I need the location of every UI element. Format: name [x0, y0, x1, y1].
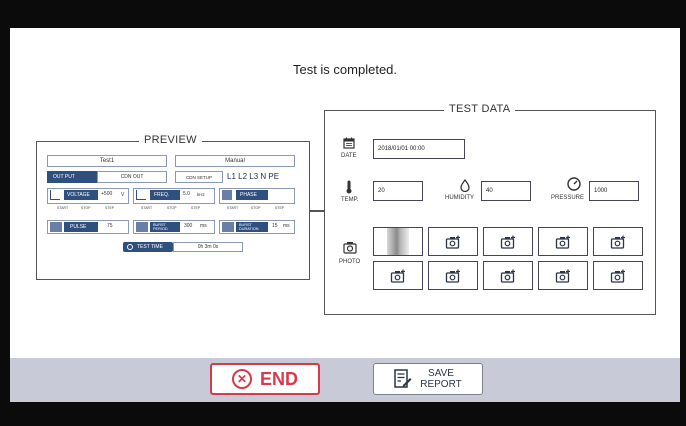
photo-slot-5[interactable]	[593, 227, 643, 256]
freq-graph-icon	[136, 190, 146, 200]
droplet-icon	[460, 179, 470, 192]
date-label: DATE	[341, 153, 357, 159]
status-message: Test is completed.	[292, 62, 398, 77]
burst-duration-value: 15	[272, 223, 278, 229]
pulse-value: 75	[107, 223, 113, 229]
output-label: OUT PUT	[47, 171, 97, 183]
burst-period-label: BURST PERIOD	[150, 222, 180, 232]
clock-icon	[127, 244, 133, 250]
preview-panel: PREVIEW Test1 Manual OUT PUT CDN OUT CDN…	[36, 134, 310, 280]
photo-slot-2[interactable]	[428, 227, 478, 256]
report-edit-icon	[394, 369, 412, 388]
photo-slot-9[interactable]	[538, 261, 588, 290]
humidity-label: HUMIDITY	[445, 195, 474, 201]
burst-period-unit: ms	[200, 223, 207, 229]
freq-stop: STOP	[167, 206, 177, 210]
save-report-button[interactable]: SAVE REPORT	[373, 363, 483, 395]
footer-bar: ✕ END SAVE REPORT	[10, 358, 680, 402]
thermometer-icon	[346, 180, 352, 194]
camera-add-icon	[555, 269, 570, 283]
photo-slot-6[interactable]	[373, 261, 423, 290]
phase-label: PHASE	[236, 190, 268, 200]
burst-period-icon	[136, 222, 148, 232]
date-field[interactable]: 2018/01/01 00:00	[373, 139, 465, 159]
pulse-label: PULSE	[64, 222, 98, 232]
cdn-lines: L1 L2 L3 N PE	[227, 172, 280, 181]
phase-icon	[222, 190, 232, 200]
camera-add-icon	[500, 269, 515, 283]
camera-add-icon	[390, 269, 405, 283]
freq-unit: kHz	[197, 192, 205, 197]
camera-add-icon	[500, 235, 515, 249]
preview-title: PREVIEW	[139, 134, 202, 146]
temp-field[interactable]: 20	[373, 181, 423, 201]
end-button-label: END	[259, 368, 298, 389]
mode-field: Manual	[175, 155, 295, 167]
output-value: CDN OUT	[97, 171, 167, 183]
voltage-unit: V	[121, 192, 125, 198]
freq-label: FREQ.	[150, 190, 180, 200]
temp-label: TEMP.	[341, 197, 359, 203]
pressure-field[interactable]: 1000	[589, 181, 639, 201]
burst-period-value: 300	[184, 223, 193, 229]
freq-step: STEP	[191, 206, 201, 210]
top-bar	[0, 0, 686, 28]
camera-add-icon	[445, 269, 460, 283]
voltage-stop: STOP	[81, 206, 91, 210]
photo-slot-10[interactable]	[593, 261, 643, 290]
voltage-start: START	[57, 206, 69, 210]
photo-slot-4[interactable]	[538, 227, 588, 256]
save-label-line1: SAVE	[428, 368, 454, 379]
gauge-icon	[567, 177, 581, 191]
camera-add-icon	[555, 235, 570, 249]
burst-duration-label: BURST DURATION	[236, 222, 268, 232]
photo-slot-8[interactable]	[483, 261, 533, 290]
freq-start: START	[141, 206, 153, 210]
camera-add-icon	[445, 235, 460, 249]
photo-slot-7[interactable]	[428, 261, 478, 290]
pressure-label: PRESSURE	[551, 195, 585, 201]
save-label-line2: REPORT	[420, 379, 462, 390]
photo-thumbnail	[387, 228, 409, 255]
calendar-icon	[343, 137, 355, 149]
phase-start: START	[227, 206, 239, 210]
phase-stop: STOP	[251, 206, 261, 210]
voltage-label: VOLTAGE	[64, 190, 98, 200]
burst-duration-icon	[222, 222, 234, 232]
test-data-title: TEST DATA	[444, 103, 516, 115]
voltage-value: +500	[101, 191, 113, 197]
camera-add-icon	[610, 235, 625, 249]
test-name-field: Test1	[47, 155, 167, 167]
test-data-panel: TEST DATA DATE 2018/01/01 00:00 TEMP. 20…	[324, 103, 656, 315]
photo-slot-1[interactable]	[373, 227, 423, 256]
voltage-step: STEP	[105, 206, 115, 210]
burst-duration-unit: ms	[283, 223, 290, 229]
freq-value: 5.0	[183, 191, 190, 197]
close-circle-icon: ✕	[231, 369, 252, 389]
cdn-setup-label: CDN SETUP	[175, 171, 223, 183]
humidity-field[interactable]: 40	[481, 181, 531, 201]
pulse-icon	[50, 222, 62, 232]
camera-add-icon	[610, 269, 625, 283]
save-report-label: SAVE REPORT	[420, 368, 462, 390]
photo-label: PHOTO	[339, 259, 361, 265]
end-button[interactable]: ✕ END	[210, 363, 320, 395]
main-screen: Test is completed. PREVIEW Test1 Manual …	[10, 28, 680, 358]
test-time-value: 0h 3m 0s	[173, 242, 243, 252]
bottom-bar	[0, 402, 686, 426]
voltage-graph-icon	[50, 190, 60, 200]
phase-step: STEP	[275, 206, 285, 210]
camera-icon	[343, 242, 357, 254]
photo-slot-3[interactable]	[483, 227, 533, 256]
